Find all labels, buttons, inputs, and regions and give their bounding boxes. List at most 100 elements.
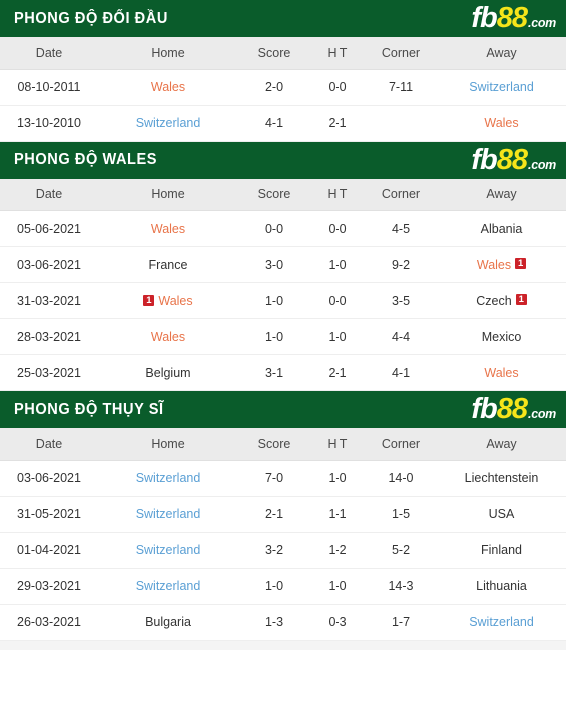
home-team-name: Bulgaria <box>145 615 191 629</box>
away-team-wrap: Wales <box>484 366 518 380</box>
column-header-away: Away <box>437 178 566 211</box>
away-team-name: Mexico <box>481 329 522 344</box>
table-header: Date Home Score H T Corner Away <box>0 428 566 461</box>
column-header-away: Away <box>437 37 566 70</box>
away-team-wrap: Wales 1 <box>477 258 527 272</box>
cell-home-team: Switzerland <box>98 105 238 141</box>
column-header-date: Date <box>0 178 98 211</box>
section-banner-1: PHONG ĐỘ ĐỐI ĐẦU fb 88 .com <box>0 0 566 37</box>
cell-score: 2-1 <box>264 507 284 521</box>
match-table-3: Date Home Score H T Corner Away 03-06-2021 Swit… <box>0 428 566 641</box>
cell-home-team: Wales <box>98 319 238 355</box>
cell-home-team: Switzerland <box>98 496 238 532</box>
cell-home-team: France <box>98 247 238 283</box>
cell-half-time: 1-0 <box>328 579 347 593</box>
home-team-wrap: Switzerland <box>136 579 201 593</box>
home-team-name: Switzerland <box>135 579 201 593</box>
home-team-wrap: Bulgaria <box>145 615 191 629</box>
cell-away-team: Switzerland <box>437 69 566 105</box>
home-team-wrap: Switzerland <box>136 116 201 130</box>
table-body: 08-10-2011 Wales 2-0 0-0 7-11 Switzerland 13-1… <box>0 69 566 141</box>
away-team-name: Finland <box>481 543 522 557</box>
home-team-wrap: Wales <box>151 330 185 344</box>
logo-text-88: 88 <box>496 393 528 425</box>
cell-away-team: Liechtenstein <box>437 460 566 496</box>
cell-half-time: 0-0 <box>328 80 347 94</box>
table-row: 26-03-2021 Bulgaria 1-3 0-3 1-7 Switzerland <box>0 604 566 640</box>
cell-date: 03-06-2021 <box>17 471 81 485</box>
column-header-home: Home <box>98 428 238 461</box>
cell-away-team: Wales 1 <box>437 247 566 283</box>
cell-half-time: 1-1 <box>328 507 347 521</box>
away-team-name: USA <box>488 507 515 521</box>
cell-score: 3-2 <box>264 543 284 557</box>
column-header-ht: H T <box>310 178 365 211</box>
cell-corner: 4-1 <box>391 365 411 380</box>
cell-corner: 3-5 <box>391 293 411 308</box>
cell-date: 26-03-2021 <box>17 615 81 629</box>
home-team-wrap: France <box>149 258 188 272</box>
table-header: Date Home Score H T Corner Away <box>0 178 566 211</box>
logo-text-com: .com <box>528 407 556 421</box>
cell-date: 25-03-2021 <box>17 365 81 380</box>
home-team-name: Wales <box>150 221 186 236</box>
cell-half-time: 1-0 <box>328 257 347 272</box>
table-row: 03-06-2021 Switzerland 7-0 1-0 14-0 Liechtens… <box>0 460 566 496</box>
home-team-name: Switzerland <box>135 543 201 557</box>
logo-text-fb: fb <box>471 393 497 425</box>
cell-corner: 1-5 <box>391 507 411 521</box>
cell-date: 13-10-2010 <box>17 116 81 130</box>
table-header-row: Date Home Score H T Corner Away <box>0 178 566 211</box>
cell-away-team: Lithuania <box>437 568 566 604</box>
away-team-name: Albania <box>480 221 523 236</box>
table-row: 25-03-2021 Belgium 3-1 2-1 4-1 Wales <box>0 354 566 391</box>
home-team-wrap: Switzerland <box>136 471 201 485</box>
cell-score: 1-3 <box>264 615 284 629</box>
fb88-logo: fb 88 .com <box>471 145 558 175</box>
column-header-date: Date <box>0 428 98 461</box>
cell-score: 0-0 <box>264 221 284 236</box>
home-team-name: Belgium <box>145 365 191 380</box>
home-team-wrap: Wales <box>151 222 185 236</box>
away-team-wrap: USA <box>489 507 515 521</box>
column-header-score: Score <box>238 178 310 211</box>
cell-half-time: 0-3 <box>328 615 347 629</box>
away-team-name: Switzerland <box>469 615 534 629</box>
column-header-corner: Corner <box>365 37 437 70</box>
cell-home-team: Wales <box>98 69 238 105</box>
column-header-date: Date <box>0 37 98 70</box>
home-team-wrap: Wales <box>151 80 185 94</box>
table-row: 31-05-2021 Switzerland 2-1 1-1 1-5 USA <box>0 496 566 532</box>
logo-text-fb: fb <box>471 2 497 34</box>
cell-half-time: 0-0 <box>328 293 347 308</box>
cell-corner: 1-7 <box>391 615 411 629</box>
cell-score: 1-0 <box>264 579 284 593</box>
table-row: 01-04-2021 Switzerland 3-2 1-2 5-2 Finland <box>0 532 566 568</box>
cell-date: 31-05-2021 <box>17 507 81 521</box>
away-team-name: Wales <box>484 365 519 380</box>
cell-score: 1-0 <box>264 293 284 308</box>
cell-home-team: Wales <box>98 211 238 247</box>
away-team-wrap: Switzerland <box>469 80 534 94</box>
cell-home-team: Switzerland <box>98 532 238 568</box>
logo-text-88: 88 <box>496 2 528 34</box>
cell-date: 05-06-2021 <box>17 221 81 236</box>
cell-corner: 5-2 <box>391 543 411 557</box>
cell-date: 31-03-2021 <box>17 293 81 308</box>
cell-away-team: Wales <box>437 105 566 141</box>
cell-away-team: Wales <box>437 355 566 391</box>
home-team-name: Wales <box>158 294 193 309</box>
cell-score: 4-1 <box>264 116 284 130</box>
away-team-name: Switzerland <box>469 80 534 94</box>
section-title: PHONG ĐỘ WALES <box>14 151 158 169</box>
table-row: 29-03-2021 Switzerland 1-0 1-0 14-3 Lithuania <box>0 568 566 604</box>
logo-text-com: .com <box>528 157 556 172</box>
away-team-name: Wales <box>484 116 519 130</box>
cell-corner: 4-4 <box>391 329 411 344</box>
cell-score: 3-1 <box>264 365 284 380</box>
cell-date: 01-04-2021 <box>17 543 81 557</box>
table-row: 05-06-2021 Wales 0-0 0-0 4-5 Albania <box>0 210 566 247</box>
cell-corner: 14-3 <box>388 579 414 593</box>
fb88-logo: fb 88 .com <box>471 395 558 424</box>
match-table-2: Date Home Score H T Corner Away 05-06-2021 Wale… <box>0 178 566 392</box>
